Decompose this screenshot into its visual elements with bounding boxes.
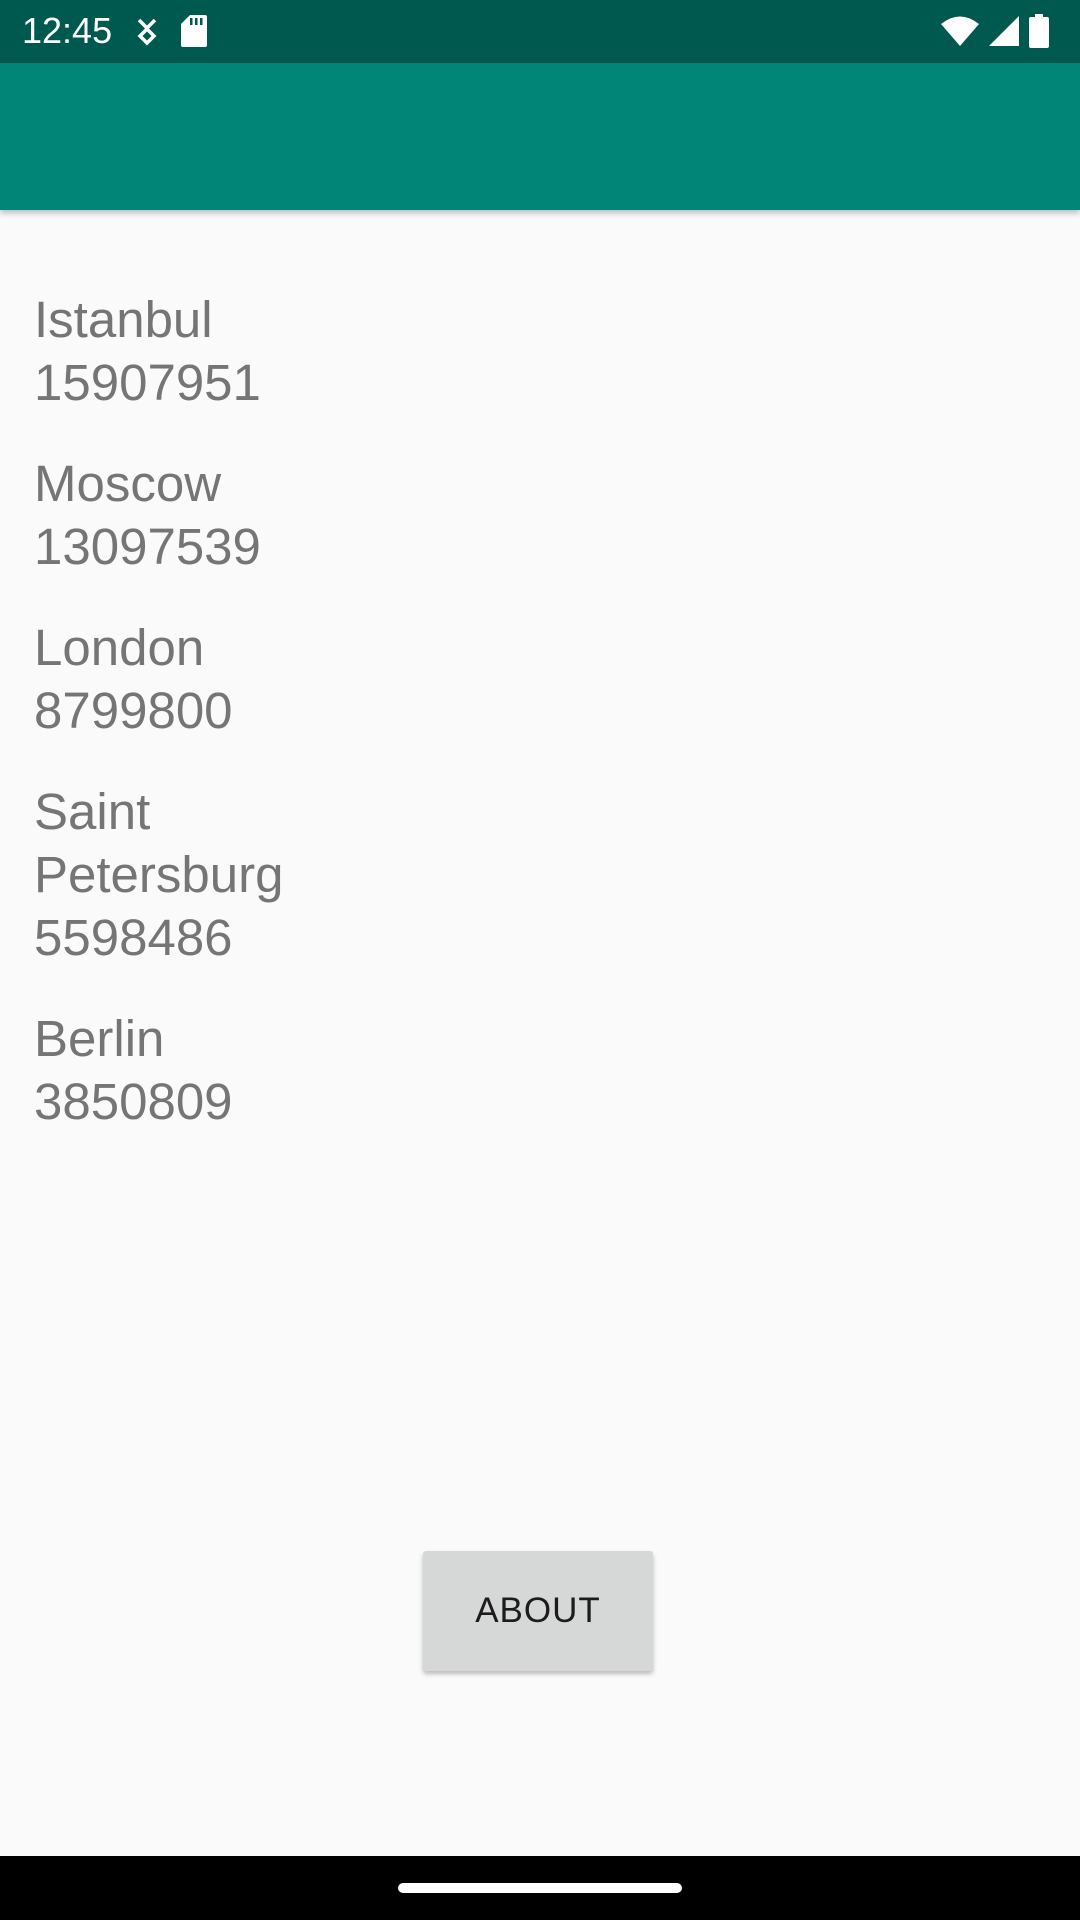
city-item[interactable]: Istanbul 15907951 (34, 288, 354, 414)
city-list: Istanbul 15907951 Moscow 13097539 London… (34, 288, 354, 1171)
data-saver-icon (134, 16, 160, 46)
city-item[interactable]: London 8799800 (34, 616, 354, 742)
city-population: 8799800 (34, 682, 233, 739)
city-item[interactable]: Berlin 3850809 (34, 1007, 354, 1133)
status-left-icons (134, 12, 208, 50)
city-population: 15907951 (34, 354, 261, 411)
battery-icon (1028, 14, 1050, 48)
home-gesture-handle[interactable] (398, 1883, 682, 1893)
cell-signal-icon (988, 15, 1020, 47)
status-bar: 12:45 (0, 0, 1080, 63)
city-name: Moscow (34, 455, 222, 512)
city-name: Saint Petersburg (34, 783, 284, 903)
navigation-bar (0, 1856, 1080, 1920)
city-item[interactable]: Moscow 13097539 (34, 452, 354, 578)
status-time: 12:45 (22, 10, 113, 51)
about-button[interactable]: ABOUT (423, 1551, 653, 1671)
status-right-icons (940, 12, 1050, 50)
city-item[interactable]: Saint Petersburg 5598486 (34, 780, 354, 969)
city-name: London (34, 619, 205, 676)
city-name: Berlin (34, 1010, 165, 1067)
sd-card-icon (180, 14, 208, 48)
wifi-icon (940, 15, 980, 47)
city-name: Istanbul (34, 291, 213, 348)
city-population: 13097539 (34, 518, 261, 575)
city-population: 5598486 (34, 909, 233, 966)
city-population: 3850809 (34, 1073, 233, 1130)
app-bar (0, 63, 1080, 210)
